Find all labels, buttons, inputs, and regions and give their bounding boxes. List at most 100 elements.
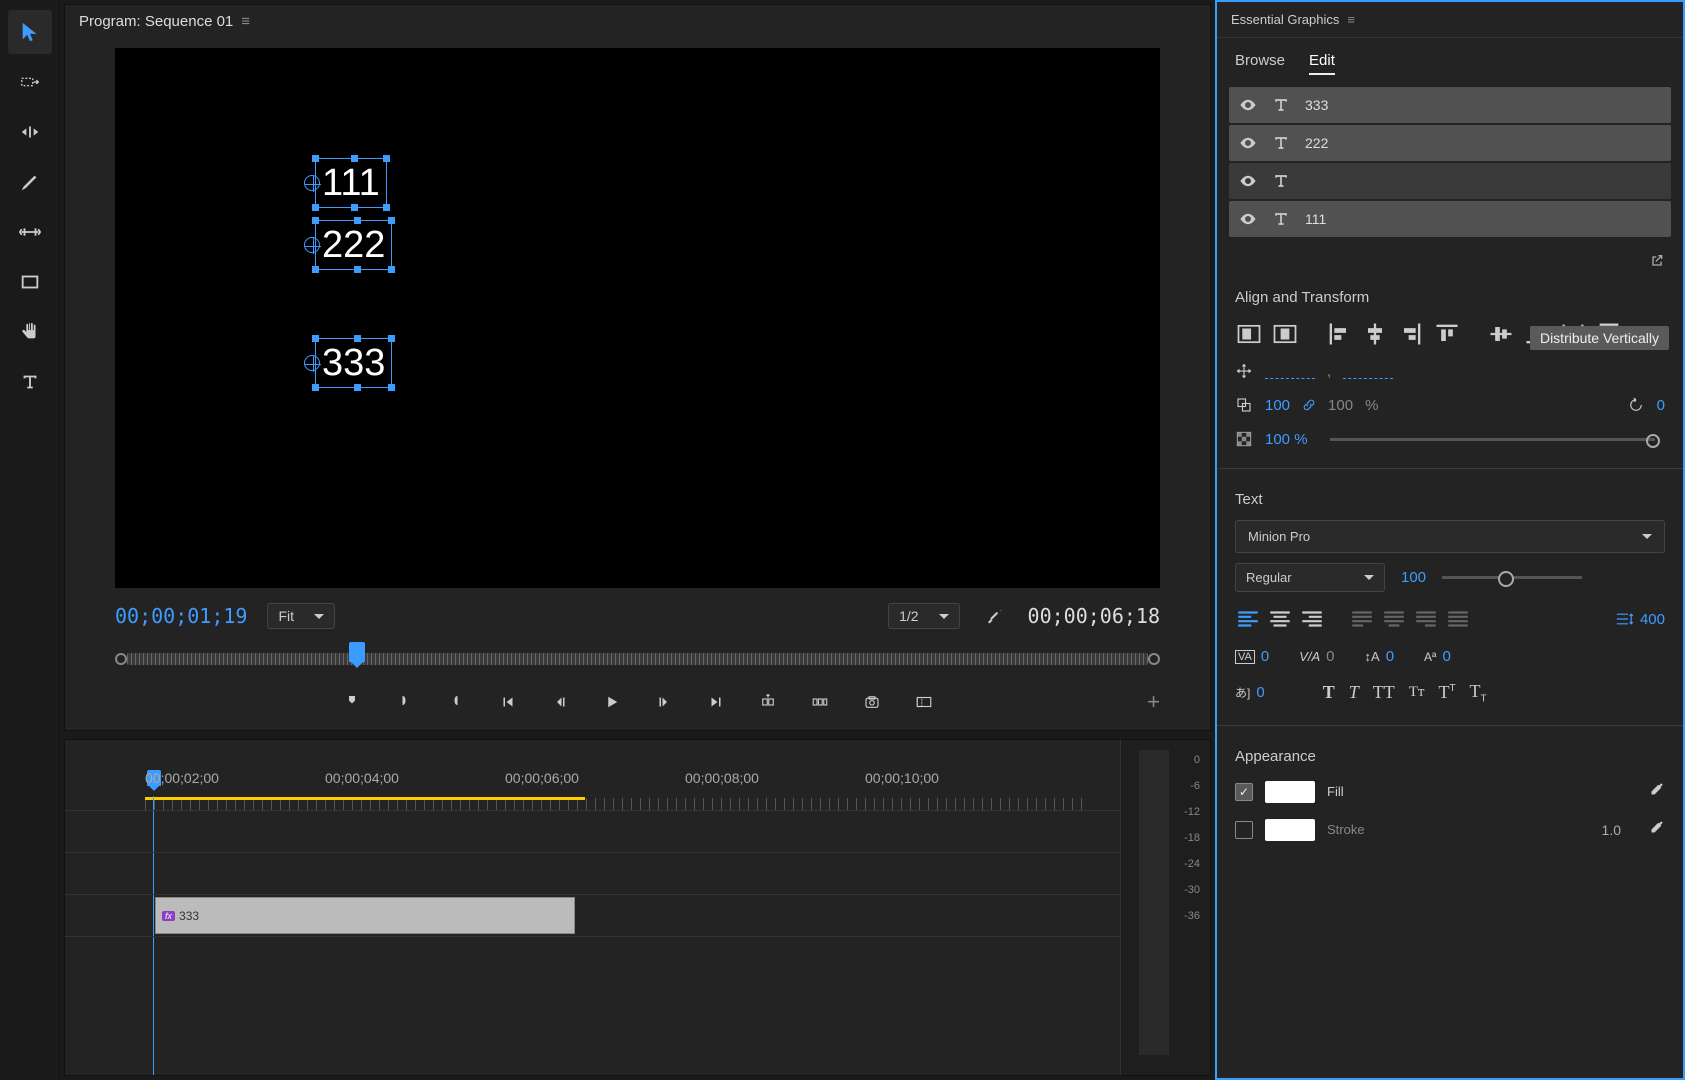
faux-italic-button[interactable]: T xyxy=(1349,682,1359,703)
text-layer-icon xyxy=(1271,133,1291,153)
program-monitor-panel: Program: Sequence 01 ≡ 111 222 xyxy=(64,4,1211,731)
visibility-icon[interactable] xyxy=(1239,96,1257,114)
mark-in-button[interactable] xyxy=(338,688,366,716)
export-frame-button[interactable] xyxy=(858,688,886,716)
eyedropper-icon[interactable] xyxy=(1647,819,1665,840)
video-track-2[interactable] xyxy=(65,852,1120,894)
video-track-3[interactable] xyxy=(65,810,1120,852)
all-caps-button[interactable]: TT xyxy=(1373,682,1395,703)
wrench-icon[interactable] xyxy=(980,602,1008,630)
program-scrubber[interactable] xyxy=(115,644,1160,674)
align-left-text-icon[interactable] xyxy=(1235,606,1261,632)
visibility-icon[interactable] xyxy=(1239,134,1257,152)
scale-width[interactable]: 100 xyxy=(1265,397,1290,414)
out-point-button[interactable] xyxy=(442,688,470,716)
text-layer-111[interactable]: 111 xyxy=(315,158,387,208)
razor-tool[interactable] xyxy=(8,160,52,204)
layer-row-empty[interactable] xyxy=(1229,163,1671,199)
scale-height[interactable]: 100 xyxy=(1328,397,1353,414)
essential-graphics-panel: Essential Graphics ≡ Browse Edit 333 222 xyxy=(1215,0,1685,1080)
selection-tool[interactable] xyxy=(8,10,52,54)
faux-bold-button[interactable]: T xyxy=(1323,682,1335,703)
go-to-out-button[interactable] xyxy=(702,688,730,716)
align-right-icon[interactable] xyxy=(1397,320,1425,348)
resolution-dropdown[interactable]: 1/2 xyxy=(888,603,959,629)
layer-row-222[interactable]: 222 xyxy=(1229,125,1671,161)
stroke-color-swatch[interactable] xyxy=(1265,819,1315,841)
current-timecode[interactable]: 00;00;01;19 xyxy=(115,604,247,628)
track-select-tool[interactable] xyxy=(8,60,52,104)
tracking-icon: VA xyxy=(1235,650,1255,664)
slip-tool[interactable] xyxy=(8,210,52,254)
program-footer: 00;00;01;19 Fit 1/2 00;00;06;18 xyxy=(65,588,1210,644)
font-size-slider[interactable] xyxy=(1442,576,1582,579)
justify-last-left-icon[interactable] xyxy=(1349,606,1375,632)
rotation-value[interactable]: 0 xyxy=(1657,397,1665,414)
panel-menu-icon[interactable]: ≡ xyxy=(241,13,250,30)
small-caps-button[interactable]: Tᴛ xyxy=(1409,684,1425,701)
tab-edit[interactable]: Edit xyxy=(1309,52,1335,75)
font-size-value[interactable]: 100 xyxy=(1401,569,1426,586)
step-back-button[interactable] xyxy=(546,688,574,716)
visibility-icon[interactable] xyxy=(1239,210,1257,228)
zoom-dropdown[interactable]: Fit xyxy=(267,603,335,629)
play-button[interactable] xyxy=(598,688,626,716)
rectangle-tool[interactable] xyxy=(8,260,52,304)
font-family-select[interactable]: Minion Pro xyxy=(1235,520,1665,553)
fill-color-swatch[interactable] xyxy=(1265,781,1315,803)
align-to-selection-icon[interactable] xyxy=(1271,320,1299,348)
eyedropper-icon[interactable] xyxy=(1647,781,1665,802)
hand-tool[interactable] xyxy=(8,310,52,354)
superscript-button[interactable]: TT xyxy=(1438,682,1455,703)
layer-row-111[interactable]: 111 xyxy=(1229,201,1671,237)
step-forward-button[interactable] xyxy=(650,688,678,716)
type-tool[interactable] xyxy=(8,360,52,404)
extract-button[interactable] xyxy=(806,688,834,716)
chevron-down-icon xyxy=(939,614,949,619)
align-left-icon[interactable] xyxy=(1325,320,1353,348)
panel-menu-icon[interactable]: ≡ xyxy=(1347,12,1355,27)
comparison-view-button[interactable] xyxy=(910,688,938,716)
align-vcenter-icon[interactable] xyxy=(1487,320,1515,348)
time-ruler[interactable]: 00;00;02;00 00;00;04;00 00;00;06;00 00;0… xyxy=(65,770,1120,810)
link-icon[interactable] xyxy=(1302,398,1316,412)
fill-checkbox[interactable]: ✓ xyxy=(1235,783,1253,801)
in-point-button[interactable] xyxy=(390,688,418,716)
justify-last-right-icon[interactable] xyxy=(1413,606,1439,632)
justify-all-icon[interactable] xyxy=(1445,606,1471,632)
layer-list: 333 222 111 xyxy=(1217,83,1683,243)
text-layer-333[interactable]: 333 xyxy=(315,338,392,388)
scrubber-playhead[interactable] xyxy=(349,642,365,662)
audio-track-1[interactable] xyxy=(65,936,1120,978)
subscript-button[interactable]: TT xyxy=(1470,681,1487,705)
ripple-edit-tool[interactable] xyxy=(8,110,52,154)
tsume-icon: Aª xyxy=(1424,650,1436,664)
video-track-1[interactable]: fx 333 xyxy=(65,894,1120,936)
position-x-input[interactable] xyxy=(1265,363,1315,379)
layer-row-333[interactable]: 333 xyxy=(1229,87,1671,123)
stroke-checkbox[interactable] xyxy=(1235,821,1253,839)
appearance-section-title: Appearance xyxy=(1217,738,1683,773)
justify-last-center-icon[interactable] xyxy=(1381,606,1407,632)
program-viewer[interactable]: 111 222 333 xyxy=(115,48,1160,588)
opacity-slider[interactable] xyxy=(1330,438,1655,441)
opacity-value[interactable]: 100 % xyxy=(1265,431,1308,448)
visibility-icon[interactable] xyxy=(1239,172,1257,190)
position-y-input[interactable] xyxy=(1343,363,1393,379)
align-right-text-icon[interactable] xyxy=(1299,606,1325,632)
add-button[interactable]: + xyxy=(1147,689,1160,715)
leading-value[interactable]: 400 xyxy=(1640,611,1665,628)
go-to-in-button[interactable] xyxy=(494,688,522,716)
align-top-icon[interactable] xyxy=(1433,320,1461,348)
align-center-text-icon[interactable] xyxy=(1267,606,1293,632)
stroke-width-value[interactable]: 1.0 xyxy=(1602,822,1621,838)
lift-button[interactable] xyxy=(754,688,782,716)
tab-browse[interactable]: Browse xyxy=(1235,52,1285,75)
text-layer-222[interactable]: 222 xyxy=(315,220,392,270)
work-area-bar[interactable] xyxy=(145,797,585,800)
pin-icon[interactable] xyxy=(1217,243,1683,279)
clip-333[interactable]: fx 333 xyxy=(155,897,575,934)
font-weight-select[interactable]: Regular xyxy=(1235,563,1385,592)
align-hcenter-icon[interactable] xyxy=(1361,320,1389,348)
align-to-frame-icon[interactable] xyxy=(1235,320,1263,348)
